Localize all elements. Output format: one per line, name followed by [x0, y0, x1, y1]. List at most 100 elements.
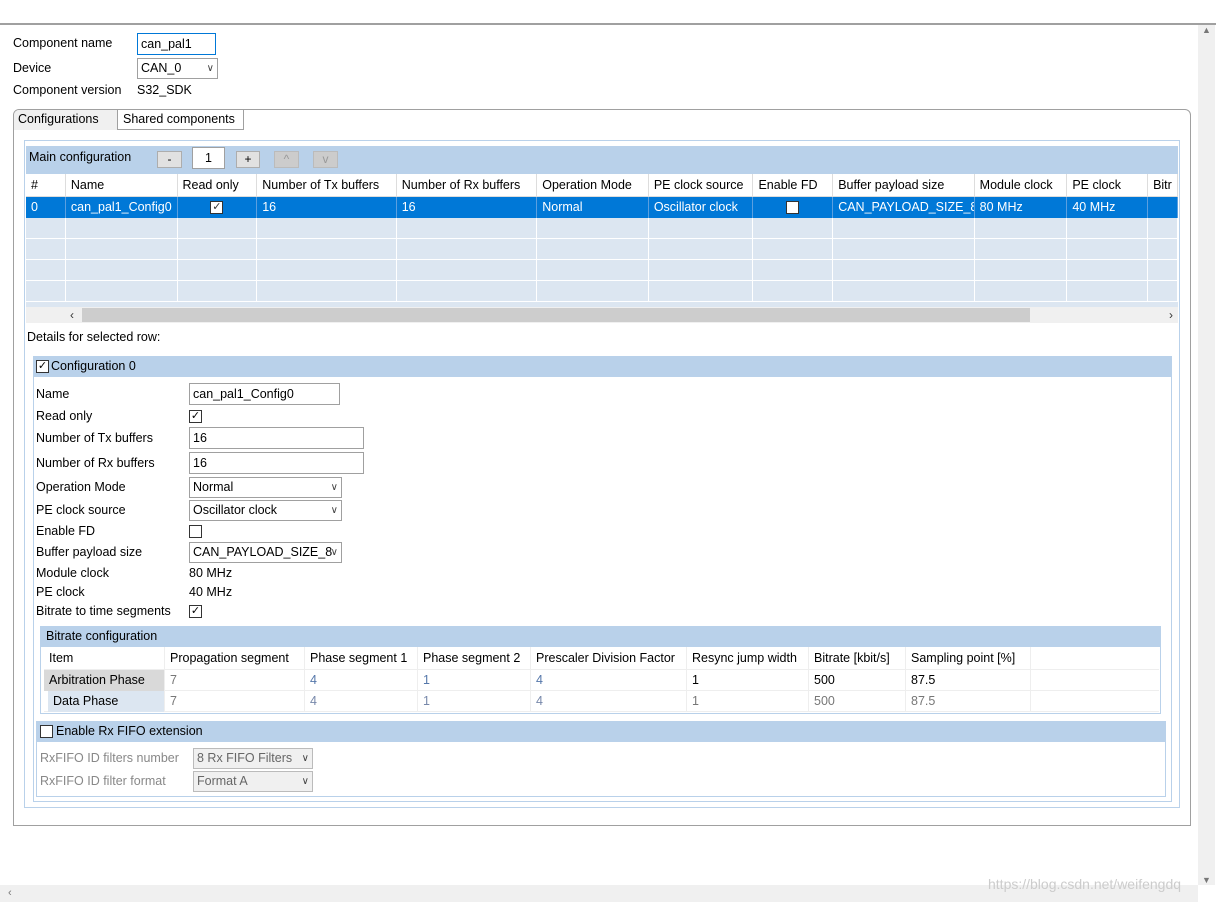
- table-cell[interactable]: 500: [809, 670, 906, 691]
- config-count-input[interactable]: 1: [192, 147, 225, 169]
- column-header[interactable]: PE clock: [1067, 174, 1149, 197]
- move-up-button[interactable]: ^: [274, 151, 299, 168]
- rxfifo-enable-checkbox[interactable]: [40, 725, 53, 738]
- column-header[interactable]: Module clock: [975, 174, 1068, 197]
- empty-cell: [1148, 218, 1178, 239]
- configuration-group-title: Configuration 0: [51, 359, 136, 373]
- checkbox-unchecked-icon[interactable]: [786, 201, 800, 215]
- main-configuration-table: # Name Read only Number of Tx buffers Number…: [26, 174, 1178, 307]
- empty-cell: [66, 239, 178, 260]
- chevron-down-icon: ∨: [330, 505, 338, 516]
- peclk-select[interactable]: Oscillator clock ∨: [189, 500, 342, 521]
- column-header[interactable]: Buffer payload size: [833, 174, 975, 197]
- table-cell[interactable]: 500: [809, 691, 906, 712]
- readonly-label: Read only: [36, 409, 93, 423]
- tab-configurations[interactable]: Configurations: [14, 110, 118, 130]
- table-cell[interactable]: 4: [305, 670, 418, 691]
- scrollbar-thumb[interactable]: [82, 308, 1030, 322]
- column-header[interactable]: Enable FD: [753, 174, 834, 197]
- empty-cell: [26, 239, 66, 260]
- empty-cell: [257, 260, 397, 281]
- table-cell[interactable]: 1: [687, 670, 809, 691]
- table-cell[interactable]: 4: [305, 691, 418, 712]
- bitrate-seg-checkbox[interactable]: ✓: [189, 605, 202, 618]
- column-header: Propagation segment: [165, 647, 305, 670]
- table-cell[interactable]: 87.5: [906, 691, 1031, 712]
- move-down-button[interactable]: v: [313, 151, 338, 168]
- table-cell: 0: [26, 197, 66, 218]
- column-header[interactable]: #: [26, 174, 66, 197]
- empty-cell: [178, 260, 258, 281]
- rxfifo-format-label: RxFIFO ID filter format: [40, 774, 166, 788]
- peclk-label: PE clock source: [36, 503, 126, 517]
- peclock-label: PE clock: [36, 585, 85, 599]
- empty-cell: [178, 218, 258, 239]
- empty-cell: [975, 260, 1068, 281]
- empty-cell: [833, 281, 975, 302]
- empty-cell: [257, 281, 397, 302]
- configuration-enable-checkbox[interactable]: ✓: [36, 360, 49, 373]
- tab-shared-components[interactable]: Shared components: [118, 110, 244, 130]
- chevron-down-icon: ∨: [330, 547, 338, 558]
- table-cell[interactable]: 7: [165, 670, 305, 691]
- column-header[interactable]: Bitr: [1148, 174, 1178, 197]
- opmode-select[interactable]: Normal ∨: [189, 477, 342, 498]
- empty-cell: [26, 260, 66, 281]
- checkbox-checked-icon[interactable]: ✓: [210, 201, 224, 215]
- table-cell[interactable]: 1: [418, 670, 531, 691]
- table-cell[interactable]: 1: [687, 691, 809, 712]
- peclock-value: 40 MHz: [189, 585, 233, 599]
- fd-checkbox[interactable]: [189, 525, 202, 538]
- column-header: Bitrate [kbit/s]: [809, 647, 906, 670]
- remove-config-button[interactable]: -: [157, 151, 182, 168]
- table-cell[interactable]: 87.5: [906, 670, 1031, 691]
- rxfifo-group-title: Enable Rx FIFO extension: [56, 724, 203, 738]
- table-cell: 40 MHz: [1067, 197, 1149, 218]
- bitrate-row[interactable]: Arbitration Phase 7 4 1 4 1 500 87.5: [44, 670, 1159, 691]
- table-cell[interactable]: [753, 197, 834, 218]
- name-input[interactable]: can_pal1_Config0: [189, 383, 340, 405]
- column-header[interactable]: Read only: [178, 174, 258, 197]
- rxfifo-group-header: [36, 721, 1166, 742]
- main-configuration-title: Main configuration: [29, 150, 132, 164]
- table-cell: can_pal1_Config0: [66, 197, 178, 218]
- table-horizontal-scrollbar[interactable]: ‹ ›: [26, 307, 1178, 323]
- table-cell[interactable]: 1: [418, 691, 531, 712]
- bitrate-row[interactable]: Data Phase 7 4 1 4 1 500 87.5: [44, 691, 1159, 712]
- rxfifo-filters-label: RxFIFO ID filters number: [40, 751, 179, 765]
- column-header[interactable]: Name: [66, 174, 178, 197]
- empty-cell: [833, 218, 975, 239]
- column-header[interactable]: Operation Mode: [537, 174, 649, 197]
- table-cell[interactable]: ✓: [178, 197, 258, 218]
- empty-cell: [26, 281, 66, 302]
- rxfifo-filters-select[interactable]: 8 Rx FIFO Filters ∨: [193, 748, 313, 769]
- vertical-scrollbar[interactable]: ▲ ▼: [1198, 25, 1215, 885]
- empty-cell: [1148, 260, 1178, 281]
- table-cell[interactable]: 7: [165, 691, 305, 712]
- add-config-button[interactable]: +: [236, 151, 260, 168]
- empty-cell: [753, 239, 834, 260]
- device-label: Device: [13, 61, 52, 75]
- table-cell[interactable]: 4: [531, 670, 687, 691]
- table-cell: Normal: [537, 197, 649, 218]
- column-header: Resync jump width: [687, 647, 809, 670]
- column-header[interactable]: PE clock source: [649, 174, 754, 197]
- column-header[interactable]: Number of Rx buffers: [397, 174, 538, 197]
- table-cell[interactable]: 4: [531, 691, 687, 712]
- readonly-checkbox[interactable]: ✓: [189, 410, 202, 423]
- configuration-group-header: [33, 356, 1172, 377]
- rx-input[interactable]: 16: [189, 452, 364, 474]
- empty-cell: [975, 239, 1068, 260]
- table-row[interactable]: 0 can_pal1_Config0 ✓ 16 16 Normal Oscillator c…: [26, 197, 1178, 218]
- column-header[interactable]: Number of Tx buffers: [257, 174, 397, 197]
- empty-cell: [753, 218, 834, 239]
- empty-cell: [66, 218, 178, 239]
- payload-select[interactable]: CAN_PAYLOAD_SIZE_8 ∨: [189, 542, 342, 563]
- rxfifo-format-select[interactable]: Format A ∨: [193, 771, 313, 792]
- device-select[interactable]: CAN_0 ∨: [137, 58, 218, 79]
- tx-input[interactable]: 16: [189, 427, 364, 449]
- component-name-input[interactable]: can_pal1: [137, 33, 216, 55]
- empty-cell: [397, 218, 538, 239]
- empty-cell: [537, 281, 649, 302]
- empty-cell: [753, 260, 834, 281]
